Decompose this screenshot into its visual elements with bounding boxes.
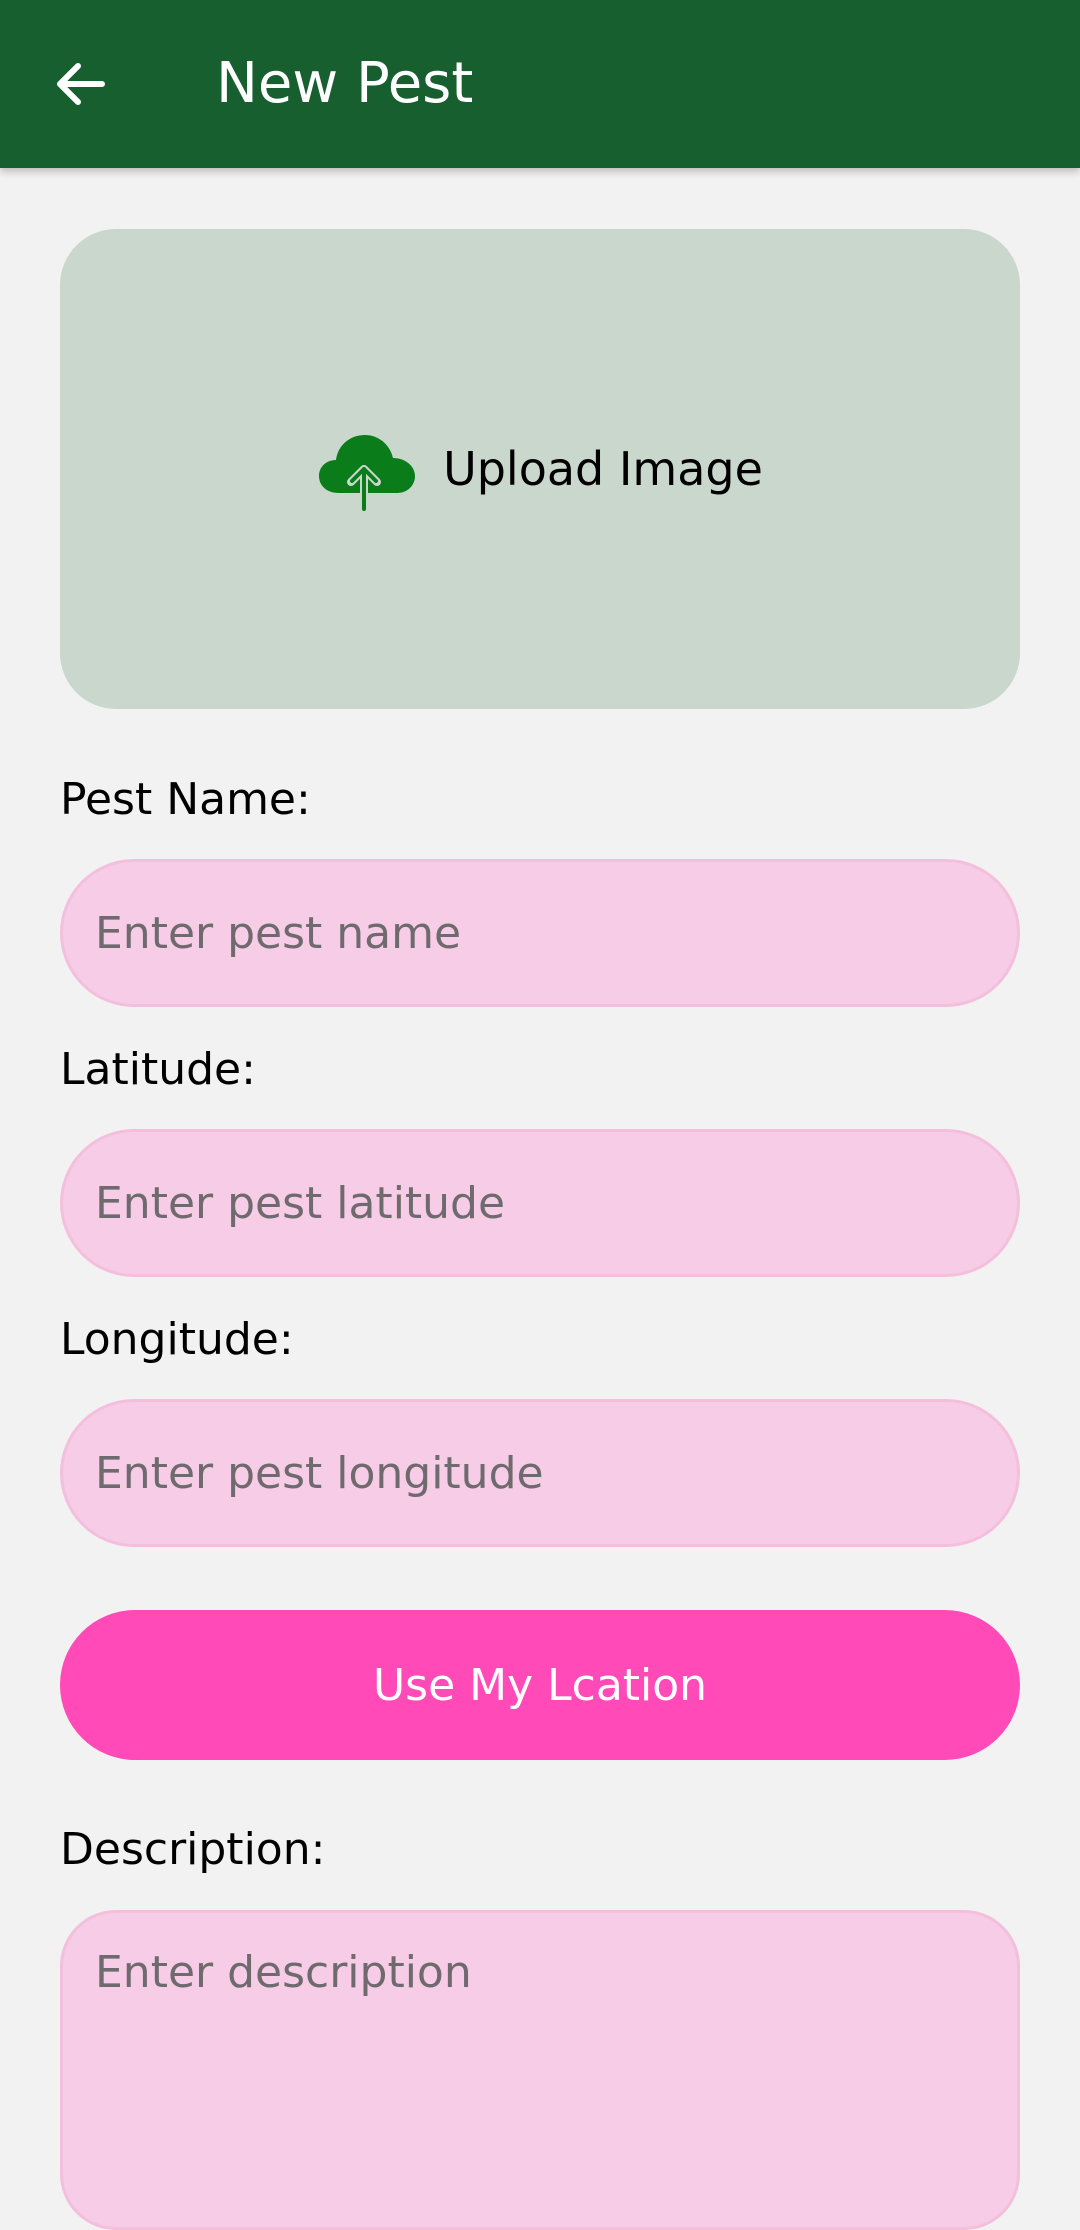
- description-label: Description:: [60, 1824, 326, 1875]
- back-button[interactable]: [40, 44, 120, 124]
- page-title: New Pest: [216, 51, 474, 116]
- upload-image-label: Upload Image: [443, 442, 763, 496]
- pest-name-input[interactable]: [60, 859, 1020, 1007]
- app-bar: New Pest: [0, 0, 1080, 168]
- description-textarea[interactable]: [60, 1910, 1020, 2230]
- longitude-input[interactable]: [60, 1399, 1020, 1547]
- latitude-input[interactable]: [60, 1129, 1020, 1277]
- latitude-label: Latitude:: [60, 1044, 256, 1095]
- pest-name-label: Pest Name:: [60, 774, 311, 825]
- use-my-location-button[interactable]: Use My Lcation: [60, 1610, 1020, 1760]
- cloud-upload-icon: [319, 435, 416, 511]
- longitude-label: Longitude:: [60, 1314, 294, 1365]
- upload-image-area[interactable]: Upload Image: [60, 229, 1020, 709]
- arrow-left-icon: [57, 63, 105, 105]
